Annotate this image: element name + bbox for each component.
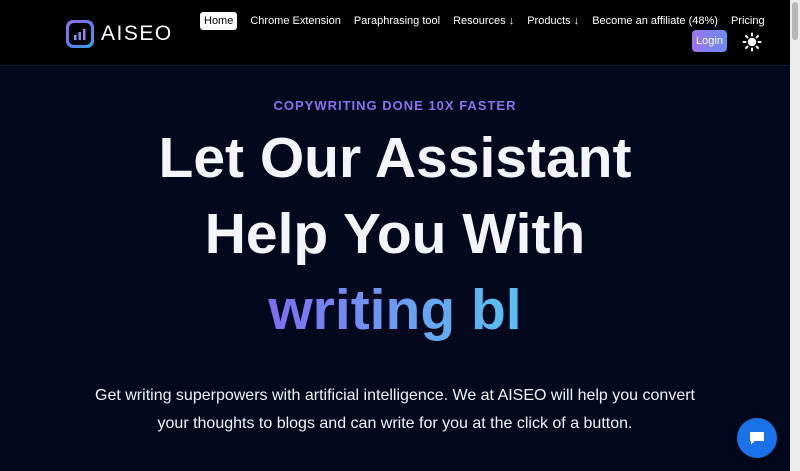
nav-chrome-extension[interactable]: Chrome Extension [250, 12, 341, 30]
hero-subtext-line-1: Get writing superpowers with artificial … [95, 387, 695, 404]
nav-products[interactable]: Products ↓ [527, 12, 579, 30]
page: AISEO Home Chrome Extension Paraphrasing… [0, 0, 800, 471]
hero-typing-text: writing bl [0, 278, 790, 342]
typing-gradient-text: writing bl [268, 278, 522, 342]
hero-headline-line-2: Help You With [204, 202, 586, 266]
site-header: AISEO Home Chrome Extension Paraphrasing… [0, 0, 790, 66]
logo[interactable]: AISEO [66, 19, 173, 49]
page-scrollbar[interactable] [790, 0, 800, 471]
sun-icon[interactable] [742, 32, 762, 52]
main-nav: Home Chrome Extension Paraphrasing tool … [200, 12, 765, 30]
logo-chart-icon [66, 20, 94, 48]
nav-affiliate[interactable]: Become an affiliate (48%) [592, 12, 718, 30]
hero-eyebrow: COPYWRITING DONE 10X FASTER [273, 98, 517, 113]
scrollbar-thumb[interactable] [792, 2, 798, 40]
hero-subtext: Get writing superpowers with artificial … [0, 382, 790, 438]
nav-paraphrasing-tool[interactable]: Paraphrasing tool [354, 12, 440, 30]
chat-bubble-icon [750, 432, 764, 445]
hero-subtext-line-2: your thoughts to blogs and can write for… [157, 415, 633, 432]
logo-text: AISEO [101, 22, 173, 45]
nav-home[interactable]: Home [200, 12, 238, 30]
chat-widget-button[interactable] [737, 418, 777, 458]
login-button[interactable]: Login [692, 30, 727, 52]
nav-resources[interactable]: Resources ↓ [453, 12, 514, 30]
hero-headline-line-1: Let Our Assistant [158, 126, 632, 190]
nav-pricing[interactable]: Pricing [731, 12, 765, 30]
